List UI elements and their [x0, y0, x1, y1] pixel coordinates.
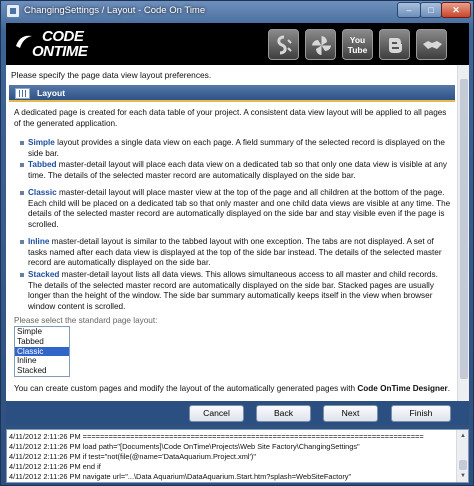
back-button[interactable]: Back [256, 405, 311, 422]
window-title: ChangingSettings / Layout - Code On Time [24, 5, 206, 16]
cancel-button[interactable]: Cancel [189, 405, 244, 422]
blogger-glyph-icon [389, 38, 402, 53]
next-button[interactable]: Next [323, 405, 378, 422]
handshake-glyph-icon [423, 41, 442, 49]
option-name: Inline [28, 237, 50, 246]
layout-listbox[interactable]: Simple Tabbed Classic Inline Stacked [14, 326, 70, 377]
designer-note-text: You can create custom pages and modify t… [14, 384, 358, 393]
bullet-icon [20, 240, 24, 244]
content-scrollbar[interactable] [457, 65, 469, 401]
stackoverflow-glyph-icon [277, 35, 292, 55]
intro-text: Please specify the page data view layout… [11, 70, 212, 80]
blogger-icon[interactable] [379, 29, 410, 60]
option-text: master-detail layout is similar to the t… [28, 237, 442, 268]
header-banner: CODE ONTIME You Tube [6, 23, 469, 65]
log-line: 4/11/2012 2:11:26 PM if test="not(file(@… [9, 452, 256, 461]
option-name: Classic [28, 188, 57, 197]
log-output[interactable]: 4/11/2012 2:11:26 PM ===================… [6, 429, 469, 483]
option-stacked: Stacked master-detail layout lists all d… [28, 270, 454, 312]
designer-note-end: . [447, 384, 451, 393]
scroll-up-icon[interactable]: ▲ [458, 431, 468, 441]
stackoverflow-icon[interactable] [268, 29, 299, 60]
logo-line-2: ONTIME [32, 43, 88, 60]
youtube-line-2: Tube [347, 45, 368, 55]
option-name: Simple [28, 138, 55, 147]
bullet-icon [20, 191, 24, 195]
option-name: Stacked [28, 270, 60, 279]
bullet-icon [20, 163, 24, 167]
option-tabbed: Tabbed master-detail layout will place e… [28, 160, 454, 181]
bullet-icon [20, 141, 24, 145]
log-line: 4/11/2012 2:11:26 PM load path="[Documen… [9, 442, 360, 451]
log-line: 4/11/2012 2:11:26 PM end if [9, 462, 101, 471]
layout-select-label: Please select the standard page layout: [14, 316, 158, 325]
wizard-content: Please specify the page data view layout… [6, 65, 469, 401]
option-text: layout provides a single data view on ea… [28, 138, 445, 158]
youtube-line-1: You [349, 35, 366, 45]
log-line: 4/11/2012 2:11:26 PM navigate url="...\D… [9, 472, 352, 481]
wizard-button-bar: Cancel Back Next Finish [6, 401, 469, 425]
pinwheel-glyph-icon [312, 36, 331, 55]
app-window: ChangingSettings / Layout - Code On Time… [0, 0, 474, 486]
logo-swoosh-icon [16, 35, 32, 48]
listbox-option-simple[interactable]: Simple [15, 327, 69, 337]
log-line: 4/11/2012 2:11:26 PM ===================… [9, 432, 424, 441]
listbox-option-stacked[interactable]: Stacked [15, 366, 69, 376]
app-icon [6, 4, 20, 18]
title-bar[interactable]: ChangingSettings / Layout - Code On Time… [1, 1, 473, 21]
bullet-icon [20, 273, 24, 277]
section-title: Layout [37, 88, 66, 98]
option-classic: Classic master-detail layout will place … [28, 188, 454, 230]
layout-columns-icon [15, 88, 30, 99]
close-button[interactable]: ✕ [441, 2, 471, 18]
minimize-button[interactable]: – [397, 2, 421, 18]
listbox-option-tabbed[interactable]: Tabbed [15, 337, 69, 347]
maximize-button[interactable]: □ [420, 2, 442, 18]
log-scroll-thumb[interactable] [459, 460, 467, 470]
designer-note: You can create custom pages and modify t… [14, 384, 450, 393]
layout-description: A dedicated page is created for each dat… [14, 108, 447, 128]
pinwheel-icon[interactable] [305, 29, 336, 60]
finish-button[interactable]: Finish [391, 405, 451, 422]
option-text: master-detail layout will place master v… [28, 188, 451, 229]
listbox-option-inline[interactable]: Inline [15, 356, 69, 366]
log-scrollbar[interactable]: ▲ ▼ [456, 430, 468, 482]
option-text: master-detail layout lists all data view… [28, 270, 438, 311]
youtube-icon[interactable]: You Tube [342, 29, 373, 60]
listbox-option-classic[interactable]: Classic [15, 346, 69, 357]
layout-section-header: Layout [9, 85, 455, 102]
option-name: Tabbed [28, 160, 57, 169]
option-simple: Simple layout provides a single data vie… [28, 138, 454, 159]
option-text: master-detail layout will place each dat… [28, 160, 448, 180]
option-inline: Inline master-detail layout is similar t… [28, 237, 454, 269]
content-scroll-thumb[interactable] [460, 79, 468, 379]
designer-name: Code OnTime Designer [357, 384, 448, 393]
handshake-icon[interactable] [416, 29, 447, 60]
scroll-down-icon[interactable]: ▼ [458, 471, 468, 481]
